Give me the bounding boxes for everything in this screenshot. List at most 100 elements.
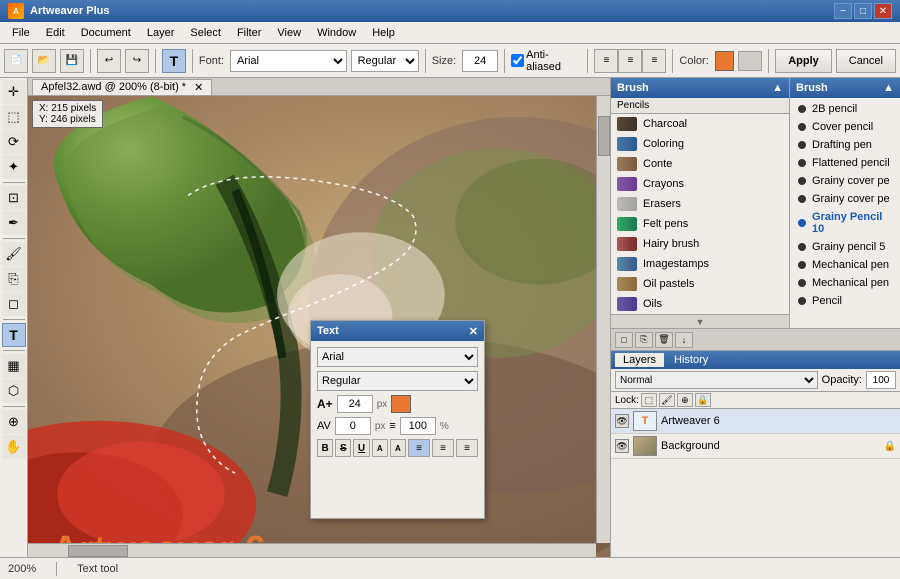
brush-item-felt-pens[interactable]: Felt pens: [611, 214, 789, 234]
menu-help[interactable]: Help: [364, 25, 403, 41]
cancel-button[interactable]: Cancel: [836, 49, 896, 73]
lock-position-btn[interactable]: ⊕: [677, 393, 693, 407]
align-right-text-btn[interactable]: ≡: [456, 439, 478, 457]
underline-format-btn[interactable]: U: [353, 439, 369, 457]
undo-button[interactable]: ↩: [97, 49, 121, 73]
move-tool[interactable]: ✛: [2, 80, 26, 104]
layer-row-artweaver[interactable]: 👁 T Artweaver 6: [611, 409, 900, 434]
lock-paint-btn[interactable]: 🖌: [659, 393, 675, 407]
text-panel-close[interactable]: ✕: [469, 325, 478, 338]
brush-item-erasers[interactable]: Erasers: [611, 194, 789, 214]
eraser-tool[interactable]: ◻: [2, 292, 26, 316]
brush-detail-2b[interactable]: 2B pencil: [790, 100, 900, 118]
text-tool-button[interactable]: T: [162, 49, 186, 73]
brush-item-imagestamps[interactable]: Imagestamps: [611, 254, 789, 274]
brush-parent[interactable]: Pencils: [617, 100, 649, 111]
text-spacing-input[interactable]: [335, 417, 371, 435]
menu-filter[interactable]: Filter: [229, 25, 269, 41]
brush-tool[interactable]: 🖌: [2, 242, 26, 266]
color-bg-swatch[interactable]: [738, 51, 762, 71]
text-size-input[interactable]: [337, 395, 373, 413]
lasso-tool[interactable]: ⟳: [2, 130, 26, 154]
maximize-button[interactable]: □: [854, 3, 872, 19]
blend-mode-select[interactable]: Normal: [615, 371, 818, 389]
h-scrollbar[interactable]: [28, 543, 596, 557]
hand-tool[interactable]: ✋: [2, 435, 26, 459]
lock-transparency-btn[interactable]: ⬚: [641, 393, 657, 407]
opacity-input[interactable]: [866, 371, 896, 389]
brush-item-oils[interactable]: Oils: [611, 294, 789, 314]
zoom-tool[interactable]: ⊕: [2, 410, 26, 434]
menu-document[interactable]: Document: [73, 25, 139, 41]
brush-detail-grainy10[interactable]: Grainy Pencil 10: [790, 208, 900, 238]
v-scrollbar[interactable]: [596, 96, 610, 543]
v-scroll-thumb[interactable]: [598, 116, 610, 156]
crop-tool[interactable]: ⊡: [2, 186, 26, 210]
menu-select[interactable]: Select: [182, 25, 229, 41]
document-tab[interactable]: Apfel32.awd @ 200% (8-bit) * ✕: [32, 79, 212, 95]
brush-detail-grainy5[interactable]: Grainy pencil 5: [790, 238, 900, 256]
align-left-button[interactable]: ≡: [594, 49, 618, 73]
brush-item-hairy-brush[interactable]: Hairy brush: [611, 234, 789, 254]
align-left-text-btn[interactable]: ≡: [408, 439, 430, 457]
new-button[interactable]: 📄: [4, 49, 28, 73]
brush-detail-mechanical2[interactable]: Mechanical pen: [790, 274, 900, 292]
delete-layer-btn[interactable]: 🗑: [655, 332, 673, 348]
layer-eye-artweaver[interactable]: 👁: [615, 414, 629, 428]
brush-detail-grainy-cover1[interactable]: Grainy cover pe: [790, 172, 900, 190]
brush-item-oil-pastels[interactable]: Oil pastels: [611, 274, 789, 294]
brush-detail-pencil[interactable]: Pencil: [790, 292, 900, 310]
brush-detail-drafting[interactable]: Drafting pen: [790, 136, 900, 154]
close-button[interactable]: ✕: [874, 3, 892, 19]
save-button[interactable]: 💾: [60, 49, 84, 73]
text-style-select[interactable]: Regular: [317, 371, 478, 391]
text-panel-header[interactable]: Text ✕: [311, 321, 484, 341]
merge-layer-btn[interactable]: ↓: [675, 332, 693, 348]
h-scroll-thumb[interactable]: [68, 545, 128, 557]
apply-button[interactable]: Apply: [775, 49, 832, 73]
minimize-button[interactable]: −: [834, 3, 852, 19]
bold-format-btn[interactable]: B: [317, 439, 333, 457]
brush-details-collapse[interactable]: ▲: [883, 82, 894, 94]
brush-item-crayons[interactable]: Crayons: [611, 174, 789, 194]
brush-detail-mechanical1[interactable]: Mechanical pen: [790, 256, 900, 274]
brush-item-conte[interactable]: Conte: [611, 154, 789, 174]
layers-tab[interactable]: Layers: [615, 353, 664, 367]
brush-collapse-icon[interactable]: ▲: [772, 82, 783, 94]
gradient-tool[interactable]: ▦: [2, 354, 26, 378]
selection-tool[interactable]: ⬚: [2, 105, 26, 129]
layer-eye-background[interactable]: 👁: [615, 439, 629, 453]
align-right-button[interactable]: ≡: [642, 49, 666, 73]
subscript-format-btn[interactable]: A: [372, 439, 388, 457]
menu-layer[interactable]: Layer: [139, 25, 183, 41]
lock-all-btn[interactable]: 🔒: [695, 393, 711, 407]
redo-button[interactable]: ↪: [125, 49, 149, 73]
font-select[interactable]: Arial: [230, 50, 347, 72]
history-tab[interactable]: History: [666, 353, 716, 367]
color-swatch[interactable]: [715, 51, 734, 71]
menu-view[interactable]: View: [269, 25, 309, 41]
brush-scroll-arrows[interactable]: ▼: [611, 314, 789, 328]
document-close[interactable]: ✕: [194, 81, 203, 94]
brush-detail-flattened[interactable]: Flattened pencil: [790, 154, 900, 172]
brush-detail-cover[interactable]: Cover pencil: [790, 118, 900, 136]
eyedropper-tool[interactable]: ✒: [2, 211, 26, 235]
brush-item-charcoal[interactable]: Charcoal: [611, 114, 789, 134]
text-color-swatch[interactable]: [391, 395, 411, 413]
style-select[interactable]: Regular: [351, 50, 419, 72]
brush-detail-grainy-cover2[interactable]: Grainy cover pe: [790, 190, 900, 208]
antialiased-label[interactable]: Anti-aliased: [511, 49, 581, 73]
brush-item-coloring[interactable]: Coloring: [611, 134, 789, 154]
layer-row-background[interactable]: 👁 Background 🔒: [611, 434, 900, 459]
size-input[interactable]: [462, 50, 498, 72]
align-center-text-btn[interactable]: ≡: [432, 439, 454, 457]
menu-window[interactable]: Window: [309, 25, 364, 41]
shapes-tool[interactable]: ⬡: [2, 379, 26, 403]
clone-tool[interactable]: ⎘: [2, 267, 26, 291]
text-font-select[interactable]: Arial: [317, 347, 478, 367]
text-indent-input[interactable]: [400, 417, 436, 435]
align-center-button[interactable]: ≡: [618, 49, 642, 73]
open-button[interactable]: 📂: [32, 49, 56, 73]
text-tool[interactable]: T: [2, 323, 26, 347]
menu-file[interactable]: File: [4, 25, 38, 41]
